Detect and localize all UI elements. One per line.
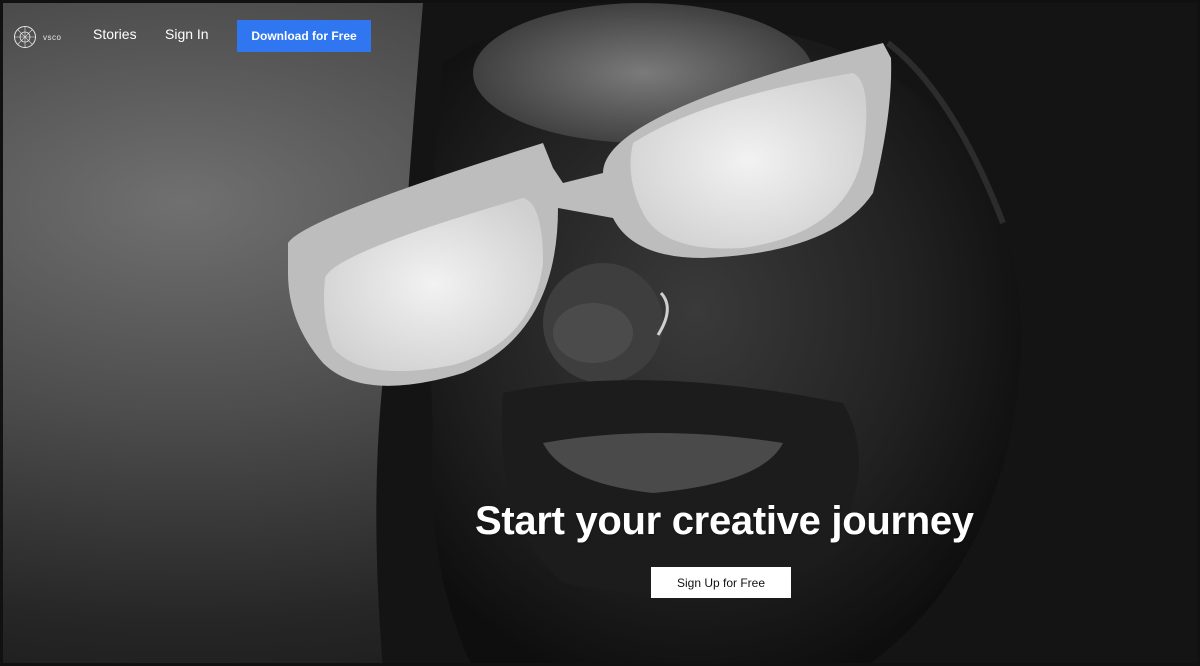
page-frame: vsco Stories Sign In Download for Free S… (0, 0, 1200, 666)
sign-up-button[interactable]: Sign Up for Free (651, 567, 791, 598)
download-button[interactable]: Download for Free (237, 20, 371, 52)
top-nav: vsco Stories Sign In Download for Free (3, 3, 1197, 69)
vsco-logo-icon (14, 26, 36, 48)
vsco-logo[interactable]: vsco (13, 25, 61, 49)
hero-headline: Start your creative journey (475, 499, 974, 543)
nav-link-stories[interactable]: Stories (93, 26, 137, 42)
logo-text: vsco (43, 32, 62, 42)
hero-photo (3, 3, 1197, 663)
nav-link-sign-in[interactable]: Sign In (165, 26, 209, 42)
